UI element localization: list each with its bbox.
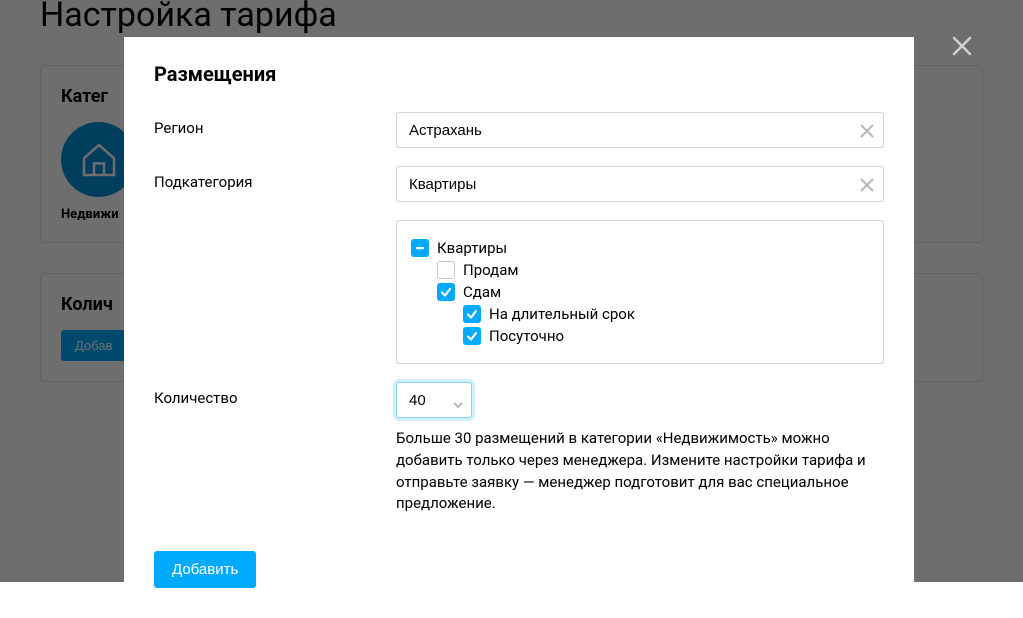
submit-button[interactable]: Добавить (154, 551, 256, 588)
checkbox-checked[interactable] (437, 283, 455, 301)
subcategory-row: Подкатегория Квартиры Продам (154, 166, 884, 364)
tree-item-root[interactable]: Квартиры (411, 239, 869, 257)
tree-label: Сдам (463, 283, 501, 301)
tree-item[interactable]: На длительный срок (463, 305, 869, 323)
quantity-label: Количество (154, 382, 396, 407)
tree-label: На длительный срок (489, 305, 635, 323)
tree-label: Посуточно (489, 327, 564, 345)
modal-title: Размещения (154, 62, 884, 86)
quantity-row: Количество Больше 30 размещений в катего… (154, 382, 884, 515)
tree-item[interactable]: Сдам (437, 283, 869, 301)
checkbox-checked[interactable] (463, 327, 481, 345)
region-clear-icon[interactable] (860, 123, 874, 137)
tree-item[interactable]: Продам (437, 261, 869, 279)
quantity-help-text: Больше 30 размещений в категории «Недвиж… (396, 428, 884, 515)
checkbox-checked[interactable] (463, 305, 481, 323)
subcategory-clear-icon[interactable] (860, 177, 874, 191)
subcategory-label: Подкатегория (154, 166, 396, 191)
checkbox-unchecked[interactable] (437, 261, 455, 279)
subcategory-input[interactable] (396, 166, 884, 202)
tree-item[interactable]: Посуточно (463, 327, 869, 345)
quantity-select[interactable] (396, 382, 472, 418)
category-tree: Квартиры Продам Сдам На длительный (396, 220, 884, 364)
checkbox-indeterminate[interactable] (411, 239, 429, 257)
placements-modal: Размещения Регион Подкатегория (124, 37, 914, 618)
region-label: Регион (154, 112, 396, 137)
tree-label: Продам (463, 261, 519, 279)
region-row: Регион (154, 112, 884, 148)
region-input[interactable] (396, 112, 884, 148)
close-icon[interactable] (950, 34, 974, 58)
tree-label: Квартиры (437, 239, 507, 257)
